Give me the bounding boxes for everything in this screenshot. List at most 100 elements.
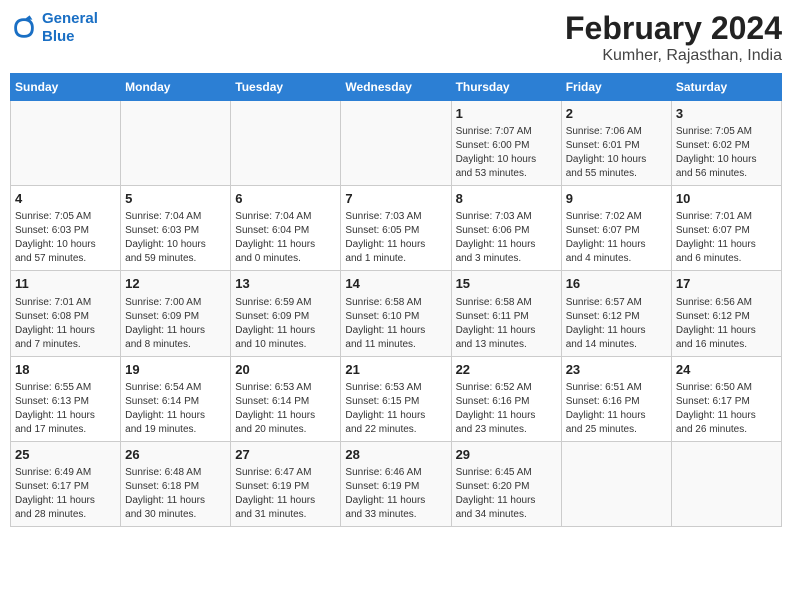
calendar-cell: 1 Sunrise: 7:07 AM Sunset: 6:00 PM Daylig… <box>451 101 561 186</box>
day-info: Sunrise: 6:53 AM Sunset: 6:14 PM Dayligh… <box>235 381 336 437</box>
day-number: 9 <box>566 190 667 208</box>
day-info: Sunrise: 6:54 AM Sunset: 6:14 PM Dayligh… <box>125 381 226 437</box>
logo: General Blue <box>10 10 98 46</box>
day-info: Sunrise: 6:53 AM Sunset: 6:15 PM Dayligh… <box>345 381 446 437</box>
day-info: Sunrise: 7:06 AM Sunset: 6:01 PM Dayligh… <box>566 125 667 181</box>
day-number: 18 <box>15 361 116 379</box>
main-title: February 2024 <box>565 10 782 47</box>
day-info: Sunrise: 6:47 AM Sunset: 6:19 PM Dayligh… <box>235 466 336 522</box>
calendar-cell: 20 Sunrise: 6:53 AM Sunset: 6:14 PM Dayli… <box>231 356 341 441</box>
weekday-header-saturday: Saturday <box>671 74 781 101</box>
day-number: 1 <box>456 105 557 123</box>
day-info: Sunrise: 7:03 AM Sunset: 6:05 PM Dayligh… <box>345 210 446 266</box>
calendar-cell <box>671 441 781 526</box>
calendar-cell: 15 Sunrise: 6:58 AM Sunset: 6:11 PM Dayli… <box>451 271 561 356</box>
day-number: 20 <box>235 361 336 379</box>
day-info: Sunrise: 7:05 AM Sunset: 6:03 PM Dayligh… <box>15 210 116 266</box>
day-number: 15 <box>456 275 557 293</box>
calendar-cell: 13Sunrise: 6:59 AM Sunset: 6:09 PM Dayli… <box>231 271 341 356</box>
day-number: 7 <box>345 190 446 208</box>
day-number: 21 <box>345 361 446 379</box>
weekday-header-friday: Friday <box>561 74 671 101</box>
calendar-cell: 25 Sunrise: 6:49 AM Sunset: 6:17 PM Dayli… <box>11 441 121 526</box>
weekday-header-tuesday: Tuesday <box>231 74 341 101</box>
calendar-cell <box>561 441 671 526</box>
week-row-2: 11 Sunrise: 7:01 AM Sunset: 6:08 PM Dayli… <box>11 271 782 356</box>
calendar-body: 1 Sunrise: 7:07 AM Sunset: 6:00 PM Daylig… <box>11 101 782 527</box>
logo-line1: General <box>42 10 98 27</box>
calendar-cell <box>231 101 341 186</box>
day-info: Sunrise: 7:01 AM Sunset: 6:08 PM Dayligh… <box>15 296 116 352</box>
day-number: 17 <box>676 275 777 293</box>
day-info: Sunrise: 6:49 AM Sunset: 6:17 PM Dayligh… <box>15 466 116 522</box>
week-row-3: 18Sunrise: 6:55 AM Sunset: 6:13 PM Dayli… <box>11 356 782 441</box>
day-number: 25 <box>15 446 116 464</box>
day-info: Sunrise: 7:05 AM Sunset: 6:02 PM Dayligh… <box>676 125 777 181</box>
calendar-cell: 9 Sunrise: 7:02 AM Sunset: 6:07 PM Daylig… <box>561 186 671 271</box>
day-number: 13 <box>235 275 336 293</box>
day-number: 14 <box>345 275 446 293</box>
calendar-cell: 18Sunrise: 6:55 AM Sunset: 6:13 PM Dayli… <box>11 356 121 441</box>
day-number: 19 <box>125 361 226 379</box>
calendar-cell <box>341 101 451 186</box>
day-info: Sunrise: 7:02 AM Sunset: 6:07 PM Dayligh… <box>566 210 667 266</box>
day-number: 8 <box>456 190 557 208</box>
weekday-header-wednesday: Wednesday <box>341 74 451 101</box>
calendar-cell: 29 Sunrise: 6:45 AM Sunset: 6:20 PM Dayli… <box>451 441 561 526</box>
calendar-cell: 3 Sunrise: 7:05 AM Sunset: 6:02 PM Daylig… <box>671 101 781 186</box>
calendar-header: SundayMondayTuesdayWednesdayThursdayFrid… <box>11 74 782 101</box>
day-info: Sunrise: 6:50 AM Sunset: 6:17 PM Dayligh… <box>676 381 777 437</box>
logo-line2: Blue <box>42 28 75 45</box>
calendar-cell: 27 Sunrise: 6:47 AM Sunset: 6:19 PM Dayli… <box>231 441 341 526</box>
header: General Blue February 2024 Kumher, Rajas… <box>10 10 782 65</box>
day-info: Sunrise: 7:07 AM Sunset: 6:00 PM Dayligh… <box>456 125 557 181</box>
day-info: Sunrise: 6:51 AM Sunset: 6:16 PM Dayligh… <box>566 381 667 437</box>
calendar-cell: 2 Sunrise: 7:06 AM Sunset: 6:01 PM Daylig… <box>561 101 671 186</box>
day-number: 5 <box>125 190 226 208</box>
calendar-table: SundayMondayTuesdayWednesdayThursdayFrid… <box>10 73 782 527</box>
day-info: Sunrise: 6:45 AM Sunset: 6:20 PM Dayligh… <box>456 466 557 522</box>
weekday-header-thursday: Thursday <box>451 74 561 101</box>
day-number: 11 <box>15 275 116 293</box>
calendar-cell <box>121 101 231 186</box>
calendar-cell <box>11 101 121 186</box>
day-number: 2 <box>566 105 667 123</box>
day-info: Sunrise: 6:56 AM Sunset: 6:12 PM Dayligh… <box>676 296 777 352</box>
day-number: 27 <box>235 446 336 464</box>
calendar-cell: 19 Sunrise: 6:54 AM Sunset: 6:14 PM Dayli… <box>121 356 231 441</box>
day-number: 12 <box>125 275 226 293</box>
subtitle: Kumher, Rajasthan, India <box>565 47 782 65</box>
calendar-cell: 7 Sunrise: 7:03 AM Sunset: 6:05 PM Daylig… <box>341 186 451 271</box>
day-info: Sunrise: 6:57 AM Sunset: 6:12 PM Dayligh… <box>566 296 667 352</box>
day-info: Sunrise: 7:03 AM Sunset: 6:06 PM Dayligh… <box>456 210 557 266</box>
day-number: 23 <box>566 361 667 379</box>
day-info: Sunrise: 7:04 AM Sunset: 6:03 PM Dayligh… <box>125 210 226 266</box>
weekday-header-sunday: Sunday <box>11 74 121 101</box>
logo-text: General Blue <box>42 10 98 46</box>
logo-icon <box>10 14 38 42</box>
calendar-cell: 16Sunrise: 6:57 AM Sunset: 6:12 PM Dayli… <box>561 271 671 356</box>
day-info: Sunrise: 6:48 AM Sunset: 6:18 PM Dayligh… <box>125 466 226 522</box>
calendar-cell: 8 Sunrise: 7:03 AM Sunset: 6:06 PM Daylig… <box>451 186 561 271</box>
weekday-header-row: SundayMondayTuesdayWednesdayThursdayFrid… <box>11 74 782 101</box>
calendar-cell: 10Sunrise: 7:01 AM Sunset: 6:07 PM Dayli… <box>671 186 781 271</box>
day-info: Sunrise: 6:52 AM Sunset: 6:16 PM Dayligh… <box>456 381 557 437</box>
week-row-4: 25 Sunrise: 6:49 AM Sunset: 6:17 PM Dayli… <box>11 441 782 526</box>
calendar-cell: 6Sunrise: 7:04 AM Sunset: 6:04 PM Daylig… <box>231 186 341 271</box>
day-number: 24 <box>676 361 777 379</box>
day-number: 29 <box>456 446 557 464</box>
calendar-cell: 17 Sunrise: 6:56 AM Sunset: 6:12 PM Dayli… <box>671 271 781 356</box>
calendar-cell: 28Sunrise: 6:46 AM Sunset: 6:19 PM Dayli… <box>341 441 451 526</box>
week-row-0: 1 Sunrise: 7:07 AM Sunset: 6:00 PM Daylig… <box>11 101 782 186</box>
day-info: Sunrise: 7:00 AM Sunset: 6:09 PM Dayligh… <box>125 296 226 352</box>
day-number: 3 <box>676 105 777 123</box>
calendar-cell: 11 Sunrise: 7:01 AM Sunset: 6:08 PM Dayli… <box>11 271 121 356</box>
day-number: 4 <box>15 190 116 208</box>
day-info: Sunrise: 7:04 AM Sunset: 6:04 PM Dayligh… <box>235 210 336 266</box>
day-number: 28 <box>345 446 446 464</box>
day-info: Sunrise: 6:58 AM Sunset: 6:11 PM Dayligh… <box>456 296 557 352</box>
week-row-1: 4 Sunrise: 7:05 AM Sunset: 6:03 PM Daylig… <box>11 186 782 271</box>
calendar-cell: 24 Sunrise: 6:50 AM Sunset: 6:17 PM Dayli… <box>671 356 781 441</box>
day-number: 22 <box>456 361 557 379</box>
day-info: Sunrise: 6:58 AM Sunset: 6:10 PM Dayligh… <box>345 296 446 352</box>
